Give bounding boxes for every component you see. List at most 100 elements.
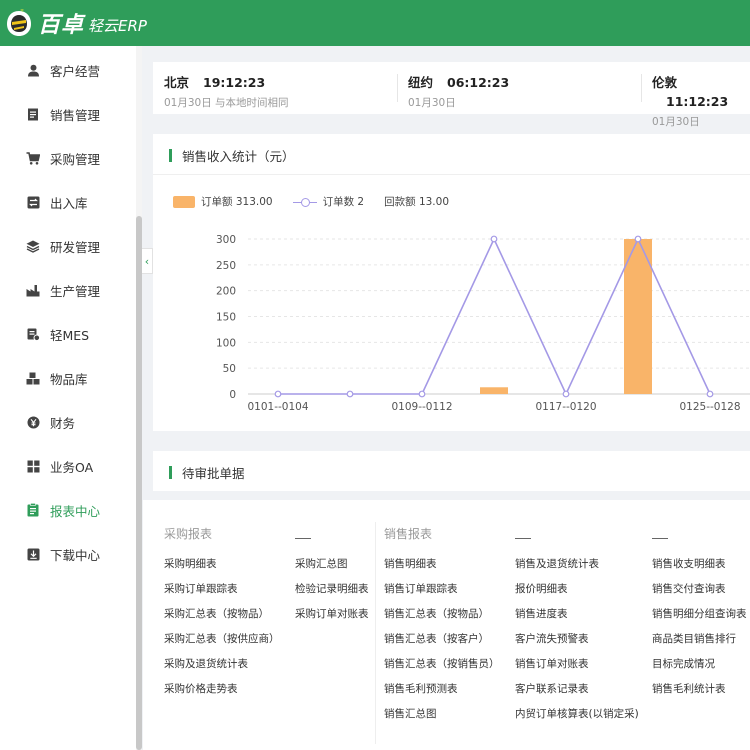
purchase-reports-heading: 采购报表 [164,527,213,541]
report-link[interactable]: 采购订单对账表 [295,606,369,621]
mes-icon [26,327,40,341]
sidebar-item-label: 下载中心 [50,547,101,563]
sidebar-item-label: 生产管理 [50,283,101,299]
report-link[interactable]: 销售明细表 [384,556,437,571]
factory-icon [26,283,40,297]
sidebar-item-purchase[interactable]: 采购管理 [0,136,136,180]
sidebar-item-label: 财务 [50,415,76,431]
sidebar-item-items[interactable]: 物品库 [0,356,136,400]
report-link[interactable]: 客户联系记录表 [515,681,589,696]
clock-time: 19:12:23 [203,75,266,90]
report-link[interactable]: 销售明细分组查询表 [652,606,747,621]
order-count-point [562,390,570,398]
sidebar-item-rnd[interactable]: 研发管理 [0,224,136,268]
pending-approvals-card: 待审批单据 [153,451,750,491]
report-link[interactable]: 采购汇总图 [295,556,348,571]
sidebar-item-reports[interactable]: 报表中心 [0,488,136,532]
report-link[interactable]: 销售订单对账表 [515,656,589,671]
report-link[interactable]: 销售及退货统计表 [515,556,599,571]
layers-icon [26,239,40,253]
sidebar-item-label: 销售管理 [50,107,101,123]
sidebar-item-customer[interactable]: 客户经营 [0,48,136,92]
sidebar-item-oa[interactable]: 业务OA [0,444,136,488]
report-link[interactable]: 采购价格走势表 [164,681,238,696]
report-link[interactable]: 采购汇总表（按物品） [164,606,269,621]
sidebar-item-finance[interactable]: 财务 [0,400,136,444]
report-link[interactable]: 商品类目销售排行 [652,631,736,646]
report-link[interactable]: 客户流失预警表 [515,631,589,646]
order-count-point [634,235,642,243]
logo-mark-icon [6,7,32,37]
x-tick-label: 0117--0120 [535,401,596,413]
report-link[interactable]: 销售毛利预测表 [384,681,458,696]
sidebar-item-sales[interactable]: 销售管理 [0,92,136,136]
x-tick-label: 0125--0128 [679,401,740,413]
report-link[interactable]: 销售进度表 [515,606,568,621]
transfer-icon [26,195,40,209]
report-link[interactable]: 目标完成情况 [652,656,715,671]
world-clock-card: 北京 19:12:23 01月30日 与本地时间相同 纽约 06:12:23 01月… [153,62,750,128]
report-link[interactable]: 销售汇总表（按销售员） [384,656,500,671]
sidebar-item-label: 出入库 [50,195,88,211]
report-link[interactable]: 报价明细表 [515,581,568,596]
report-link[interactable]: 检验记录明细表 [295,581,369,596]
sidebar-item-label: 业务OA [50,459,94,475]
sidebar-item-mes[interactable]: 轻MES [0,312,136,356]
sidebar-item-production[interactable]: 生产管理 [0,268,136,312]
clock-divider [397,74,398,102]
clock-city: 纽约 [408,75,434,90]
report-link[interactable]: 销售汇总表（按物品） [384,606,489,621]
y-tick-label: 100 [216,337,236,349]
y-tick-label: 150 [216,312,236,324]
report-link[interactable]: 销售订单跟踪表 [384,581,458,596]
clock-date: 01月30日 [652,116,700,128]
sidebar-scrollbar-thumb[interactable] [136,216,142,750]
report-link[interactable]: 内贸订单核算表(以销定采) [515,706,639,721]
collapse-sidebar-button[interactable]: ‹ [142,248,153,274]
order-count-point [418,390,426,398]
cart-icon [26,151,40,165]
user-icon [26,63,40,77]
top-bar: 百卓 轻云ERP [0,0,750,46]
chevron-left-icon: ‹ [144,254,150,268]
sidebar-item-label: 采购管理 [50,151,101,167]
download-icon [26,547,40,561]
report-icon [26,503,40,517]
report-link[interactable]: 销售汇总表（按客户） [384,631,489,646]
sidebar-item-label: 客户经营 [50,63,101,79]
clock-date: 01月30日 与本地时间相同 [164,97,289,109]
report-link[interactable]: 采购及退货统计表 [164,656,248,671]
column-dash [295,538,311,539]
x-tick-label: 0109--0112 [391,401,452,413]
logo[interactable]: 百卓 轻云ERP [0,7,147,39]
clock-time: 11:12:23 [666,94,729,109]
pending-approvals-title: 待审批单据 [169,463,245,482]
sidebar-item-downloads[interactable]: 下载中心 [0,532,136,576]
report-group-divider [375,522,376,744]
sidebar: 客户经营 销售管理 采购管理 出入库 研发管理 生产管理 轻MES 物品库 财务… [0,46,142,750]
brand-name: 百卓 [38,13,85,38]
report-link[interactable]: 销售交付查询表 [652,581,726,596]
document-icon [26,107,40,121]
boxes-icon [26,371,40,385]
sales-reports-heading: 销售报表 [384,527,433,541]
report-link[interactable]: 采购汇总表（按供应商） [164,631,280,646]
column-dash [515,538,531,539]
report-link[interactable]: 销售毛利统计表 [652,681,726,696]
clock-city: 北京 [164,75,190,90]
sidebar-item-label: 报表中心 [50,503,101,519]
column-dash [652,538,668,539]
order-count-point [706,390,714,398]
report-link[interactable]: 采购明细表 [164,556,217,571]
sidebar-item-label: 轻MES [50,327,90,343]
report-link[interactable]: 销售收支明细表 [652,556,726,571]
y-tick-label: 250 [216,260,236,272]
order-count-point [490,235,498,243]
report-link[interactable]: 销售汇总图 [384,706,437,721]
report-center-panel: 采购报表 销售报表 采购明细表 采购订单跟踪表 采购汇总表（按物品） 采购汇总表… [143,500,750,750]
report-link[interactable]: 采购订单跟踪表 [164,581,238,596]
sidebar-item-warehouse[interactable]: 出入库 [0,180,136,224]
sidebar-item-label: 物品库 [50,371,88,387]
order-count-point [346,390,354,398]
clock-newyork: 纽约 06:12:23 01月30日 [408,72,509,110]
